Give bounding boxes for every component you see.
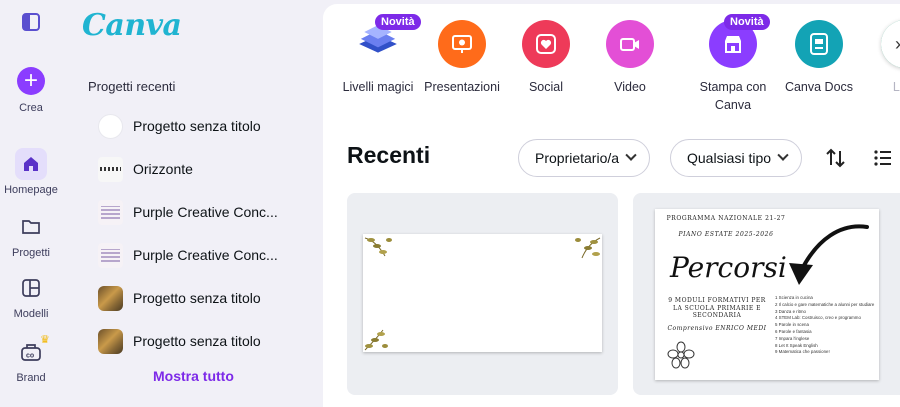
doc-description: 9 MODULI FORMATIVI PER LA SCUOLA PRIMARI…	[668, 297, 766, 319]
home-icon	[15, 148, 47, 180]
new-badge: Novità	[375, 14, 421, 30]
create-button[interactable]: +	[17, 67, 45, 95]
project-name: Orizzonte	[133, 161, 193, 177]
project-thumbnail	[98, 156, 123, 182]
chevron-down-icon	[625, 149, 637, 161]
recent-project-item[interactable]: Progetto senza titolo	[98, 112, 261, 140]
project-thumbnail	[98, 242, 123, 268]
shortcut-label: Canva Docs	[784, 80, 854, 94]
doc-module-item: 1 Scienza in cucina	[775, 295, 813, 300]
doc-module-list: 1 Scienza in cucina 2 Il calcio e gare m…	[775, 295, 875, 356]
list-view-icon[interactable]	[871, 146, 895, 170]
leaf-decoration-icon	[364, 329, 388, 351]
shortcut-label: Presentazioni	[424, 80, 500, 94]
doc-module-item: 8 Let It Speak English	[775, 342, 818, 348]
svg-text:co: co	[26, 353, 34, 360]
create-label: Crea	[19, 102, 43, 114]
doc-module-item: 6 Parole e fantasia	[775, 328, 812, 334]
templates-icon	[15, 272, 47, 304]
crown-icon: ♛	[40, 334, 50, 346]
owner-filter-dropdown[interactable]: Proprietario/a	[518, 139, 651, 177]
video-camera-icon	[606, 20, 654, 68]
docs-icon	[795, 20, 843, 68]
shortcut-label: Stampa con Canva	[699, 80, 767, 112]
owner-filter-label: Proprietario/a	[535, 150, 620, 166]
doc-title: PROGRAMMA NAZIONALE 21-27	[666, 215, 786, 222]
show-all-link[interactable]: Mostra tutto	[153, 368, 234, 384]
recent-design-card[interactable]: PROGRAMMA NAZIONALE 21-27 PIANO ESTATE 2…	[633, 193, 900, 395]
doc-subtitle: PIANO ESTATE 2025-2026	[678, 231, 774, 238]
shortcut-label: Video	[614, 80, 646, 94]
doc-module-item: 5 Parole in scena	[775, 322, 809, 328]
project-name: Progetto senza titolo	[133, 290, 261, 306]
sort-icon[interactable]	[824, 146, 848, 170]
presentation-icon	[438, 20, 486, 68]
type-filter-label: Qualsiasi tipo	[687, 150, 772, 166]
doc-module-item: 4 STEM Lab: Costruisco, creo e programmo	[775, 315, 861, 321]
doc-module-item: 9 Matematica che passione!	[775, 349, 830, 355]
project-thumbnail	[98, 113, 123, 139]
flower-icon	[667, 341, 695, 369]
recent-design-card[interactable]	[347, 193, 618, 395]
sidebar-toggle-icon[interactable]	[22, 13, 40, 31]
project-name: Purple Creative Conc...	[133, 247, 278, 263]
doc-school: Comprensivo ENRICO MEDI	[667, 325, 767, 332]
recent-project-item[interactable]: Purple Creative Conc...	[98, 241, 278, 269]
recent-heading: Recenti	[347, 142, 431, 168]
rail-item-label: Modelli	[13, 308, 49, 320]
rail-item-label: Brand	[16, 372, 46, 384]
recent-project-item[interactable]: Orizzonte	[98, 155, 193, 183]
design-thumbnail: PROGRAMMA NAZIONALE 21-27 PIANO ESTATE 2…	[655, 209, 879, 380]
doc-module-item: 3 Danza e ritmo	[775, 308, 806, 314]
folder-icon	[15, 211, 47, 243]
doc-module-item: 7 Impara l'inglese	[775, 335, 810, 341]
project-name: Progetto senza titolo	[133, 118, 261, 134]
type-filter-dropdown[interactable]: Qualsiasi tipo	[670, 139, 803, 177]
chevron-down-icon	[777, 149, 789, 161]
doc-heading: Percorsi	[670, 251, 787, 284]
doc-module-item: 2 Il calcio e gare matematiche a alunni …	[775, 301, 875, 307]
project-thumbnail	[98, 199, 123, 225]
shortcut-label: La...	[892, 80, 900, 94]
main-content: Novità Livelli magici Presentazioni Soci…	[323, 4, 900, 407]
recent-projects-panel: Canva Progetti recenti Progetto senza ti…	[62, 0, 322, 407]
design-thumbnail	[363, 234, 602, 352]
recent-project-item[interactable]: Purple Creative Conc...	[98, 198, 278, 226]
project-thumbnail	[98, 328, 123, 354]
project-thumbnail	[98, 285, 123, 311]
canva-logo[interactable]: Canva	[82, 8, 182, 43]
shortcut-label: Livelli magici	[342, 80, 414, 94]
project-name: Progetto senza titolo	[133, 333, 261, 349]
rail-item-label: Progetti	[12, 247, 50, 259]
rail-item-label: Homepage	[4, 184, 58, 196]
recent-project-item[interactable]: Progetto senza titolo	[98, 284, 261, 312]
section-title: Progetti recenti	[88, 79, 176, 94]
arrow-icon	[789, 224, 869, 285]
project-name: Purple Creative Conc...	[133, 204, 278, 220]
left-rail: + Crea Homepage Progetti Modelli co ♛ Br…	[0, 0, 62, 407]
shortcut-label: Social	[528, 80, 564, 94]
leaf-decoration-icon	[575, 237, 601, 259]
new-badge: Novità	[724, 14, 770, 30]
leaf-decoration-icon	[364, 237, 392, 257]
heart-icon	[522, 20, 570, 68]
chevron-right-icon: ›	[881, 20, 900, 68]
recent-project-item[interactable]: Progetto senza titolo	[98, 327, 261, 355]
